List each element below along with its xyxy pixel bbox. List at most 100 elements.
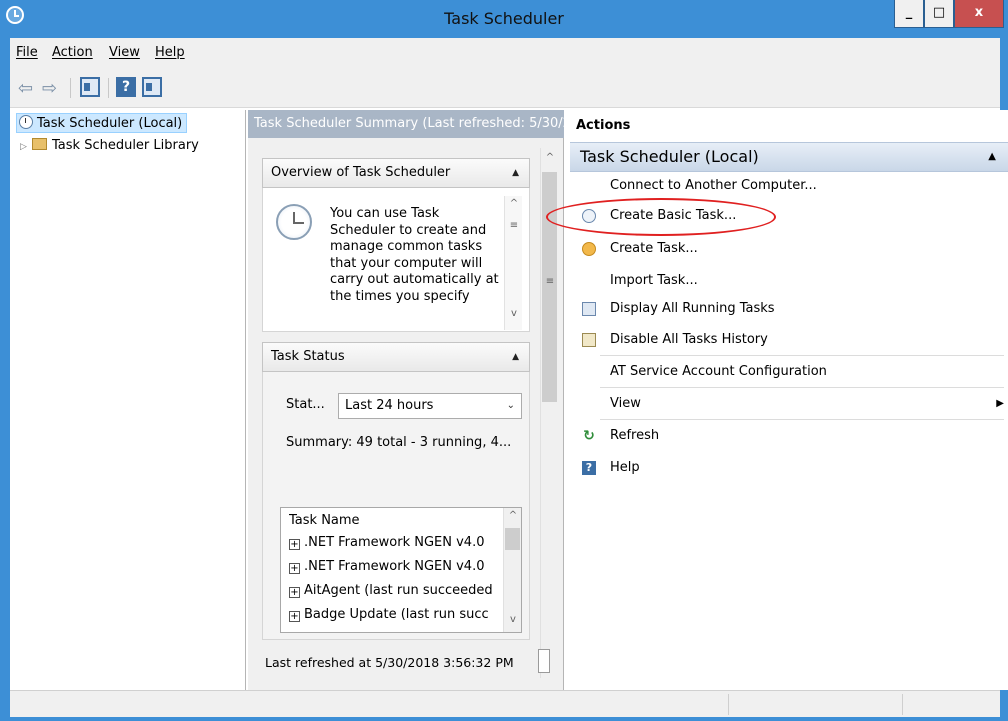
action-import-task[interactable]: Import Task... [570, 266, 1006, 296]
scroll-up-icon[interactable]: ^ [504, 510, 521, 521]
console-tree: Task Scheduler (Local) ▷ Task Scheduler L… [10, 110, 246, 690]
submenu-arrow-icon: ▶ [996, 398, 1004, 409]
action-create-basic-task[interactable]: Create Basic Task... [570, 201, 1006, 231]
scrollbar-thumb[interactable] [542, 172, 557, 402]
summary-scrollbar[interactable]: ^ ≡ [540, 148, 558, 678]
close-button[interactable]: x [954, 0, 1004, 28]
help-icon: ? [582, 461, 596, 475]
table-row[interactable]: + .NET Framework NGEN v4.0 [289, 532, 505, 554]
action-label: Connect to Another Computer... [610, 178, 817, 193]
action-connect-to-another-computer[interactable]: Connect to Another Computer... [570, 171, 1006, 201]
window-title: Task Scheduler [444, 9, 564, 28]
action-label: Refresh [610, 428, 660, 443]
action-at-service-account-configuration[interactable]: AT Service Account Configuration [570, 357, 1006, 387]
back-arrow-icon[interactable]: ⇦ [18, 78, 33, 99]
maximize-button[interactable]: □ [924, 0, 954, 28]
status-bar [10, 690, 1000, 717]
running-tasks-icon [582, 302, 596, 316]
menu-view[interactable]: View [109, 45, 140, 60]
toolbar-separator [108, 78, 109, 98]
action-separator [600, 387, 1004, 388]
task-status-title: Task Status [271, 349, 345, 364]
forward-arrow-icon[interactable]: ⇨ [42, 78, 57, 99]
scroll-grip-icon: ≡ [509, 220, 519, 231]
action-help[interactable]: ? Help [570, 453, 1006, 483]
action-view[interactable]: View ▶ [570, 389, 1006, 419]
scroll-up-icon[interactable]: ^ [505, 198, 523, 209]
expand-plus-icon[interactable]: + [289, 587, 300, 598]
status-bar-divider [728, 694, 729, 715]
action-label: Help [610, 460, 640, 475]
scrollbar-thumb[interactable] [505, 528, 520, 550]
scroll-down-icon[interactable]: v [505, 308, 523, 319]
action-label: Disable All Tasks History [610, 332, 768, 347]
tree-item-task-scheduler-local[interactable]: Task Scheduler (Local) [16, 113, 188, 133]
task-status-table: Task Name + .NET Framework NGEN v4.0 + .NE… [280, 507, 522, 633]
collapse-icon[interactable]: ▲ [512, 159, 519, 187]
status-bar-divider [902, 694, 903, 715]
menu-file[interactable]: File [16, 45, 38, 60]
last-refreshed-text: Last refreshed at 5/30/2018 3:56:32 PM [265, 655, 514, 670]
help-icon[interactable]: ? [116, 77, 136, 97]
table-cell-task-name: AitAgent (last run succeeded [304, 583, 493, 598]
new-task-icon [582, 242, 596, 256]
status-period-label: Stat... [286, 397, 325, 412]
toolbar: ⇦ ⇨ ? [10, 68, 1000, 108]
actions-group-label: Task Scheduler (Local) [580, 147, 759, 166]
table-row[interactable]: + .NET Framework NGEN v4.0 [289, 556, 505, 578]
expand-plus-icon[interactable]: + [289, 563, 300, 574]
tree-item-task-scheduler-library[interactable]: ▷ Task Scheduler Library [20, 136, 199, 156]
collapse-icon[interactable]: ▲ [512, 343, 519, 371]
minimize-button[interactable]: _ [894, 0, 924, 28]
expand-plus-icon[interactable]: + [289, 539, 300, 550]
action-create-task[interactable]: Create Task... [570, 234, 1006, 264]
actions-group-header[interactable]: Task Scheduler (Local) ▲ [570, 142, 1008, 172]
menu-action[interactable]: Action [52, 45, 93, 60]
summary-header: Task Scheduler Summary (Last refreshed: … [248, 110, 564, 138]
action-label: View [610, 396, 641, 411]
scroll-grip-icon: ≡ [545, 276, 555, 287]
refresh-icon: ↻ [583, 428, 595, 444]
task-table-scrollbar[interactable]: ^ v [503, 508, 521, 632]
actions-title: Actions [576, 118, 631, 133]
chevron-down-icon[interactable]: ⌄ [507, 394, 515, 418]
scroll-down-icon[interactable]: v [504, 614, 521, 625]
scroll-up-icon[interactable]: ^ [541, 152, 559, 163]
action-label: Create Basic Task... [610, 208, 737, 223]
action-display-all-running-tasks[interactable]: Display All Running Tasks [570, 294, 1006, 324]
menu-bar: File Action View Help [10, 38, 1000, 68]
action-separator [600, 419, 1004, 420]
table-cell-task-name: Badge Update (last run succ [304, 607, 489, 622]
table-header-task-name[interactable]: Task Name [289, 510, 505, 532]
status-summary-text: Summary: 49 total - 3 running, 4... [286, 435, 512, 450]
action-label: Import Task... [610, 273, 698, 288]
expand-plus-icon[interactable]: + [289, 611, 300, 622]
show-hide-console-tree-icon[interactable] [80, 77, 100, 97]
action-disable-all-tasks-history[interactable]: Disable All Tasks History [570, 325, 1006, 355]
overview-title: Overview of Task Scheduler [271, 165, 451, 180]
task-status-section-header[interactable]: Task Status ▲ [262, 342, 530, 372]
menu-help[interactable]: Help [155, 45, 185, 60]
table-cell-task-name: .NET Framework NGEN v4.0 [304, 559, 485, 574]
select-value: Last 24 hours [345, 398, 434, 413]
clock-task-icon [582, 209, 596, 223]
action-separator [600, 355, 1004, 356]
expand-arrow-icon[interactable]: ▷ [20, 137, 32, 157]
refresh-progress-indicator [538, 649, 550, 673]
toolbar-separator [70, 78, 71, 98]
collapse-icon[interactable]: ▲ [988, 143, 996, 171]
action-refresh[interactable]: ↻ Refresh [570, 421, 1006, 451]
table-cell-task-name: .NET Framework NGEN v4.0 [304, 535, 485, 550]
tree-item-label: Task Scheduler (Local) [37, 116, 183, 131]
status-period-select[interactable]: Last 24 hours ⌄ [338, 393, 522, 419]
overview-text: You can use Task Scheduler to create and… [330, 206, 499, 304]
clock-icon [19, 115, 33, 129]
action-label: Create Task... [610, 241, 698, 256]
folder-icon [32, 138, 47, 150]
clock-icon [276, 204, 312, 240]
table-row[interactable]: + AitAgent (last run succeeded [289, 580, 505, 602]
overview-scrollbar[interactable]: ^ ≡ v [504, 196, 522, 330]
overview-section-header[interactable]: Overview of Task Scheduler ▲ [262, 158, 530, 188]
table-row[interactable]: + Badge Update (last run succ [289, 604, 505, 626]
show-hide-action-pane-icon[interactable] [142, 77, 162, 97]
